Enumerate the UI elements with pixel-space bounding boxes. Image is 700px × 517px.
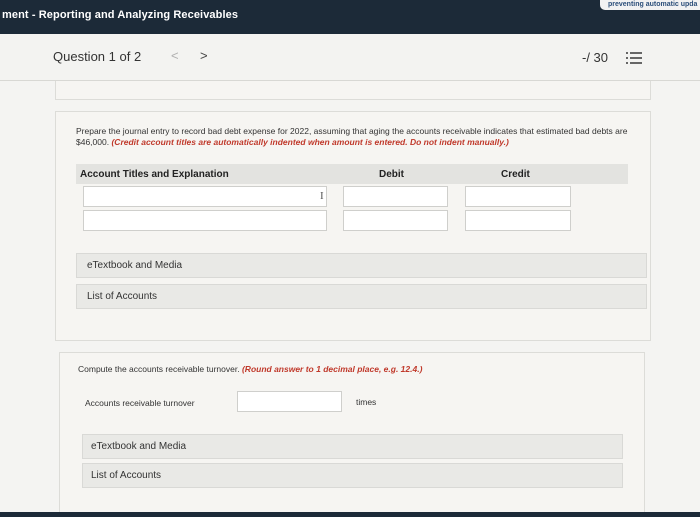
- etextbook-link-2[interactable]: eTextbook and Media: [82, 434, 623, 459]
- turnover-input[interactable]: [237, 391, 342, 412]
- question-content: Prepare the journal entry to record bad …: [0, 81, 700, 517]
- debit-input-1[interactable]: [343, 186, 448, 207]
- account-title-input-2[interactable]: [83, 210, 327, 231]
- next-question-button[interactable]: >: [200, 48, 208, 63]
- turnover-label: Accounts receivable turnover: [85, 398, 195, 408]
- account-title-input-1[interactable]: [83, 186, 327, 207]
- turnover-panel: Compute the accounts receivable turnover…: [59, 352, 645, 514]
- credit-input-2[interactable]: [465, 210, 571, 231]
- journal-table-header: Account Titles and Explanation Debit Cre…: [76, 164, 628, 184]
- etextbook-link[interactable]: eTextbook and Media: [76, 253, 647, 278]
- page-title: ment - Reporting and Analyzing Receivabl…: [2, 9, 239, 21]
- unit-label: times: [356, 397, 377, 407]
- prompt-text-2: Compute the accounts receivable turnover…: [78, 364, 240, 374]
- column-header-account: Account Titles and Explanation: [80, 169, 229, 180]
- question-nav-bar: Question 1 of 2 < > -/ 30: [0, 34, 700, 81]
- instruction-text: (Credit account titles are automatically…: [111, 137, 509, 147]
- column-header-credit: Credit: [501, 169, 530, 180]
- list-of-accounts-link[interactable]: List of Accounts: [76, 284, 647, 309]
- instruction-text-2: (Round answer to 1 decimal place, e.g. 1…: [241, 364, 423, 374]
- notification-banner[interactable]: preventing automatic upda: [600, 0, 700, 10]
- credit-input-1[interactable]: [465, 186, 571, 207]
- score-display: -/ 30: [582, 50, 609, 65]
- list-of-accounts-link-2[interactable]: List of Accounts: [82, 463, 623, 488]
- question-prompt-2: Compute the accounts receivable turnover…: [78, 364, 422, 374]
- i-beam-cursor-icon: I: [320, 190, 324, 202]
- app-header: ment - Reporting and Analyzing Receivabl…: [0, 0, 700, 34]
- debit-input-2[interactable]: [343, 210, 448, 231]
- column-header-debit: Debit: [379, 169, 404, 180]
- question-prompt: Prepare the journal entry to record bad …: [76, 126, 636, 148]
- question-counter: Question 1 of 2: [53, 49, 142, 64]
- list-icon[interactable]: [626, 51, 642, 65]
- previous-question-button[interactable]: <: [171, 48, 179, 63]
- journal-entry-panel: Prepare the journal entry to record bad …: [55, 111, 651, 341]
- previous-part-panel: [55, 81, 651, 100]
- bottom-edge: [0, 512, 700, 517]
